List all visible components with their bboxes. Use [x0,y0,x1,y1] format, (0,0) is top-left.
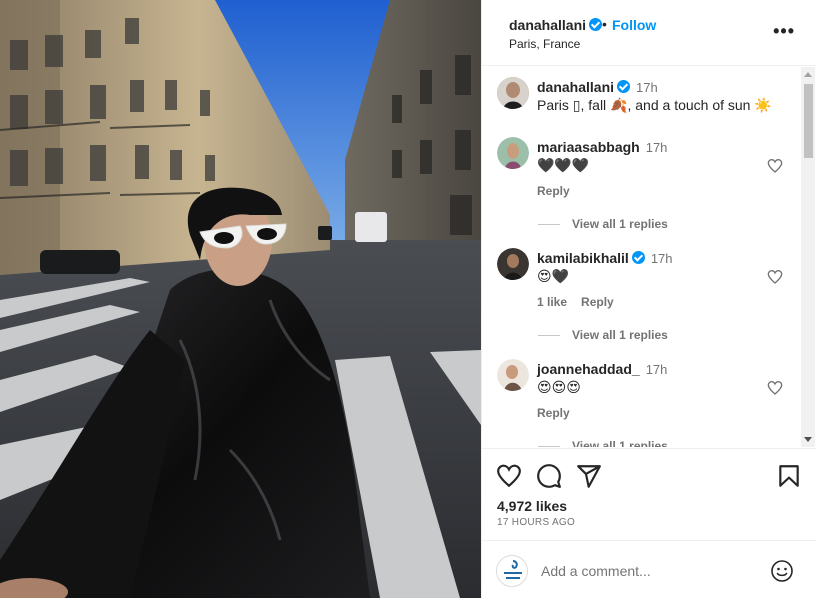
view-replies-button[interactable]: View all 1 replies [538,439,668,447]
comment-username[interactable]: joannehaddad_ 17h [537,361,667,377]
view-replies-button[interactable]: View all 1 replies [538,217,668,231]
heart-icon[interactable] [767,158,783,174]
caption-text: Paris ▯, fall 🍂, and a touch of sun ☀️ [537,97,772,113]
comments-scrollbar[interactable] [801,67,815,447]
location-link[interactable]: Paris, France [509,37,580,51]
scroll-up-arrow-icon[interactable] [804,72,812,77]
share-icon[interactable] [576,463,602,489]
view-replies-button[interactable]: View all 1 replies [538,328,668,342]
comment-meta: Reply [537,406,584,420]
separator-dot: • [602,16,607,32]
verified-icon [589,18,603,31]
avatar[interactable] [497,248,529,280]
heart-icon[interactable] [767,269,783,285]
heart-icon[interactable] [767,380,783,396]
comment-meta: Reply [537,184,584,198]
post-actions: 4,972 likes 17 HOURS AGO [482,448,816,538]
bookmark-icon[interactable] [776,463,802,489]
current-user-avatar [496,555,528,587]
comment-meta: 1 like Reply [537,295,628,309]
comment-time: 17h [645,140,668,155]
comments-list[interactable]: danahallani 17h Paris ▯, fall 🍂, and a to… [482,67,816,447]
comment-username[interactable]: kamilabikhalil 17h [537,250,673,266]
heart-icon[interactable] [496,463,522,489]
avatar-image [497,77,529,109]
comment-icon[interactable] [536,463,562,489]
avatar-image [497,248,529,280]
caption-time: 17h [636,80,658,95]
post-sidebar: danahallani • Follow Paris, France ••• d… [481,0,816,598]
reply-button[interactable]: Reply [537,406,570,420]
reply-button[interactable]: Reply [537,184,570,198]
comment-likes[interactable]: 1 like [537,295,567,309]
comment-input[interactable] [541,563,741,579]
more-icon[interactable]: ••• [773,22,795,40]
comment-text: 🖤🖤🖤 [537,157,590,173]
comment-username-text[interactable]: mariaasabbagh [537,139,640,155]
emoji-icon[interactable] [770,559,794,583]
avatar[interactable] [497,77,529,109]
likes-count[interactable]: 4,972 likes [497,498,567,514]
comment-username-text[interactable]: kamilabikhalil [537,250,629,266]
post-photo[interactable] [0,0,481,598]
scrollbar-thumb[interactable] [804,84,813,158]
reply-button[interactable]: Reply [581,295,614,309]
scroll-down-arrow-icon[interactable] [804,437,812,442]
avatar[interactable] [497,359,529,391]
avatar-image [497,359,529,391]
avatar-image [497,137,529,169]
comment-username[interactable]: mariaasabbagh 17h [537,139,667,155]
add-comment-bar [482,540,816,598]
comment-text: 😍😍😍 [537,379,581,395]
author-username[interactable]: danahallani [509,17,603,33]
comment-time: 17h [645,362,668,377]
caption-username[interactable]: danahallani 17h [537,79,658,95]
verified-icon [631,251,645,264]
caption-username-text[interactable]: danahallani [537,79,614,95]
comment-text: 😍🖤 [537,268,570,284]
post-header: danahallani • Follow Paris, France ••• [482,0,816,66]
avatar[interactable] [497,137,529,169]
author-username-text[interactable]: danahallani [509,17,586,33]
comment-time: 17h [650,251,673,266]
verified-icon [617,80,631,93]
comment-username-text[interactable]: joannehaddad_ [537,361,640,377]
street-photo-illustration [0,0,481,598]
brand-logo-icon [504,560,522,579]
follow-button[interactable]: Follow [612,17,656,33]
post-timestamp: 17 HOURS AGO [497,517,576,528]
